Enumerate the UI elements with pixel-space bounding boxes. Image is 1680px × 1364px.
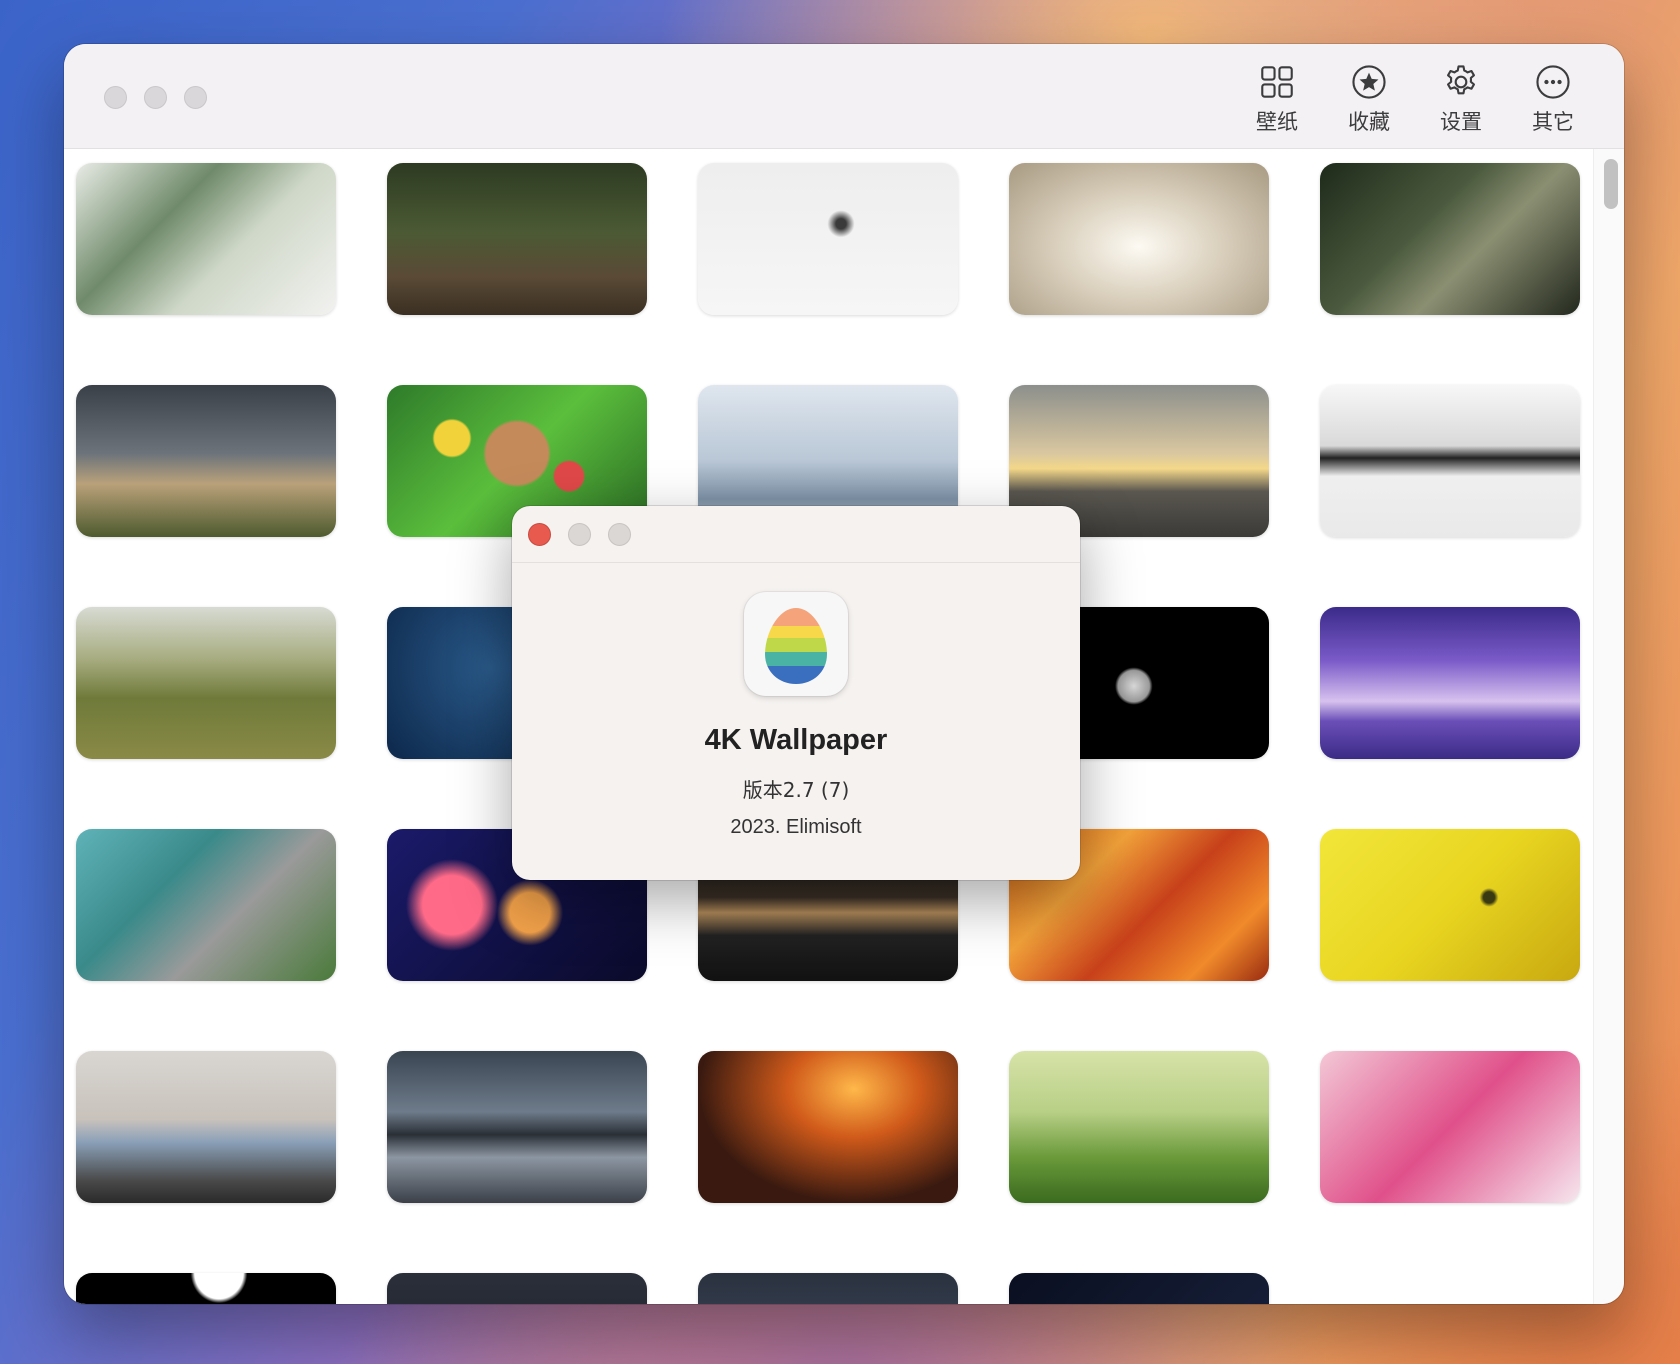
wallpaper-thumbnail-jet-at-sunset[interactable] [698,1051,958,1203]
settings-tab[interactable]: 设置 [1424,64,1498,136]
about-dialog: 4K Wallpaper 版本2.7 (7) 2023. Elimisoft [512,506,1080,880]
favorites-tab-label: 收藏 [1348,110,1390,134]
app-version: 版本2.7 (7) [742,778,850,802]
app-copyright: 2023. Elimisoft [730,816,862,838]
close-button[interactable] [104,86,127,109]
wallpaper-thumbnail-starry-rain[interactable] [1009,1273,1269,1304]
app-icon [744,592,848,696]
wallpaper-thumbnail-pink-flowers[interactable] [1320,1051,1580,1203]
about-minimize-button[interactable] [568,523,591,546]
wallpaper-thumbnail-dark-flowers[interactable] [387,1273,647,1304]
scrollbar-thumb[interactable] [1604,159,1618,209]
favorites-tab[interactable]: 收藏 [1332,64,1406,136]
wallpaper-thumbnail-sea-rock-long-exposure[interactable] [387,1051,647,1203]
about-title-bar [512,506,1080,563]
about-zoom-button[interactable] [608,523,631,546]
scrollbar[interactable] [1593,149,1624,1304]
wallpaper-thumbnail-armored-vehicle[interactable] [76,385,336,537]
wallpaper-thumbnail-swans-heart[interactable] [1009,163,1269,315]
wallpaper-thumbnail-lizard-on-rock[interactable] [1320,163,1580,315]
wallpaper-thumbnail-suv-on-street[interactable] [76,1051,336,1203]
wallpaper-thumbnail-lagoon-aerial[interactable] [76,829,336,981]
wallpaper-thumbnail-aerial-city[interactable] [698,1273,958,1304]
wallpaper-thumbnail-seal-on-grass[interactable] [76,607,336,759]
wallpaper-thumbnail-purple-lake[interactable] [1320,607,1580,759]
wallpaper-thumbnail-bird-on-leaves[interactable] [76,163,336,315]
wallpaper-tab[interactable]: 壁纸 [1240,64,1314,136]
app-name: 4K Wallpaper [704,724,888,756]
wallpaper-thumbnail-lone-tree-snow[interactable] [698,163,958,315]
zoom-button[interactable] [184,86,207,109]
grid-icon [1261,66,1293,98]
wallpaper-thumbnail-wildflower-meadow[interactable] [1009,1051,1269,1203]
wallpaper-tab-label: 壁纸 [1256,110,1298,134]
settings-tab-label: 设置 [1440,110,1482,134]
other-tab-label: 其它 [1532,110,1574,134]
other-tab[interactable]: 其它 [1516,64,1590,136]
title-bar: 壁纸 收藏 设置 其它 [64,44,1624,149]
about-close-button[interactable] [528,523,551,546]
more-circle-icon [1536,65,1570,99]
toolbar: 壁纸 收藏 设置 其它 [1240,64,1590,136]
wallpaper-thumbnail-deer-in-forest[interactable] [387,163,647,315]
wallpaper-thumbnail-dog-in-teepee[interactable] [1320,385,1580,537]
star-circle-icon [1352,65,1386,99]
minimize-button[interactable] [144,86,167,109]
wallpaper-thumbnail-dark-abstract[interactable] [76,1273,336,1304]
rainbow-egg-icon [765,608,827,684]
gear-icon [1447,65,1475,95]
wallpaper-thumbnail-yellow-bubbles[interactable] [1320,829,1580,981]
